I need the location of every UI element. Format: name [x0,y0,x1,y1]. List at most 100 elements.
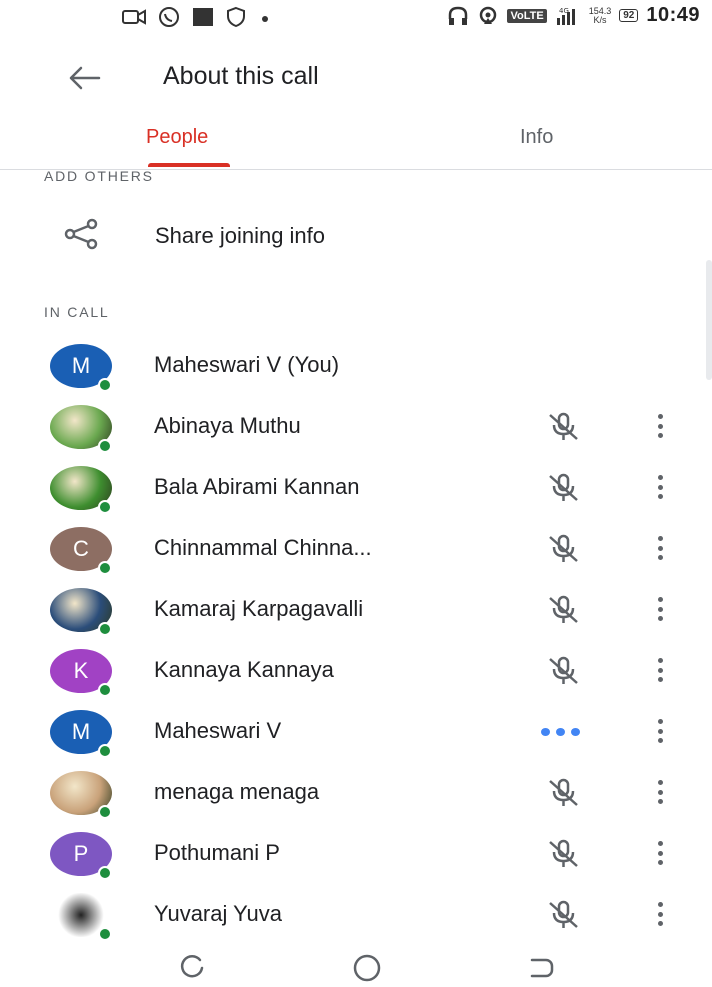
message-icon [193,8,213,26]
more-dot [657,911,663,917]
more-dot [657,475,663,480]
video-call-icon [122,9,146,25]
participant-name: Chinnammal Chinna... [154,535,372,560]
more-dot [657,728,663,734]
more-dot [657,780,663,785]
presence-indicator [98,439,112,453]
nav-recents-icon[interactable] [526,954,556,982]
participant-row[interactable]: K Kannaya Kannaya [0,641,712,701]
more-options-icon[interactable] [652,899,668,929]
more-options-icon[interactable] [652,594,668,624]
more-dot [657,841,663,846]
avatar: M [50,710,112,758]
participant-row[interactable]: Yuvaraj Yuva [0,885,712,945]
presence-indicator [98,683,112,697]
dot-icon [262,16,268,22]
network-speed-unit: K/s [593,14,607,25]
system-nav-bar [0,950,712,987]
more-dot [657,667,663,673]
participant-name: Yuvaraj Yuva [154,901,283,926]
presence-indicator [98,927,112,941]
tab-people[interactable]: People [146,126,208,149]
more-options-icon[interactable] [652,411,668,441]
participant-row[interactable]: menaga menaga [0,763,712,823]
in-call-heading: IN CALL [44,304,110,320]
participant-row[interactable]: M Maheswari V (You) [0,336,712,396]
more-dot [657,545,663,551]
participant-row[interactable]: M Maheswari V [0,702,712,762]
speaking-dot [541,728,550,736]
participant-row[interactable]: Bala Abirami Kannan [0,458,712,518]
presence-indicator [98,500,112,514]
more-dot [657,414,663,419]
headset-icon [449,6,468,25]
speaking-dot [556,728,565,736]
mic-off-icon [549,656,578,684]
mic-off-icon [549,595,578,623]
more-dot [657,719,663,724]
more-dot [657,597,663,602]
more-dot [657,484,663,490]
avatar: C [50,527,112,575]
more-dot [657,423,663,429]
speaking-indicator [541,728,580,736]
whatsapp-icon [159,7,179,27]
more-dot [657,850,663,856]
avatar [50,405,112,453]
arrow-back-icon [69,66,101,90]
avatar [50,771,112,819]
network-speed: 154.3 K/s [589,6,612,25]
more-dot [657,921,663,926]
scrollbar[interactable] [706,260,712,380]
more-dot [657,738,663,743]
more-dot [657,860,663,865]
share-joining-info-button[interactable]: Share joining info [0,206,712,264]
presence-indicator [98,378,112,392]
share-icon [64,218,98,250]
participant-name: Kamaraj Karpagavalli [154,596,364,621]
more-dot [657,677,663,682]
participant-row[interactable]: P Pothumani P [0,824,712,884]
presence-indicator [98,866,112,880]
more-dot [657,536,663,541]
more-options-icon[interactable] [652,716,668,746]
more-dot [657,606,663,612]
participant-row[interactable]: Abinaya Muthu [0,397,712,457]
back-button[interactable] [60,60,108,96]
tab-info[interactable]: Info [520,126,553,149]
app-bar: About this call [0,48,712,108]
presence-indicator [98,561,112,575]
more-dot [657,658,663,663]
participant-name: Maheswari V [154,718,282,743]
page-title: About this call [163,62,319,90]
battery-indicator: 92 [619,9,639,22]
mic-off-icon [549,473,578,501]
more-options-icon[interactable] [652,777,668,807]
mic-off-icon [549,839,578,867]
more-dot [657,799,663,804]
avatar: K [50,649,112,697]
status-bar: VoLTE 4G 154.3 K/s 92 10:49 [0,0,712,34]
more-options-icon[interactable] [652,472,668,502]
participant-name: Kannaya Kannaya [154,657,334,682]
status-time: 10:49 [646,4,700,26]
hotspot-icon [480,6,497,24]
more-dot [657,433,663,438]
presence-indicator [98,744,112,758]
participant-name: Bala Abirami Kannan [154,474,360,499]
nav-back-icon[interactable] [178,954,208,982]
participant-row[interactable]: Kamaraj Karpagavalli [0,580,712,640]
avatar [50,893,112,941]
participant-row[interactable]: C Chinnammal Chinna... [0,519,712,579]
speaking-dot [571,728,580,736]
participant-name: Pothumani P [154,840,280,865]
more-dot [657,555,663,560]
signal-icon: 4G [556,7,575,25]
share-joining-info-label: Share joining info [155,223,326,248]
nav-home-icon[interactable] [350,954,384,982]
tab-indicator [148,163,230,167]
participant-name: Maheswari V (You) [154,352,340,377]
more-options-icon[interactable] [652,655,668,685]
more-options-icon[interactable] [652,533,668,563]
more-options-icon[interactable] [652,838,668,868]
